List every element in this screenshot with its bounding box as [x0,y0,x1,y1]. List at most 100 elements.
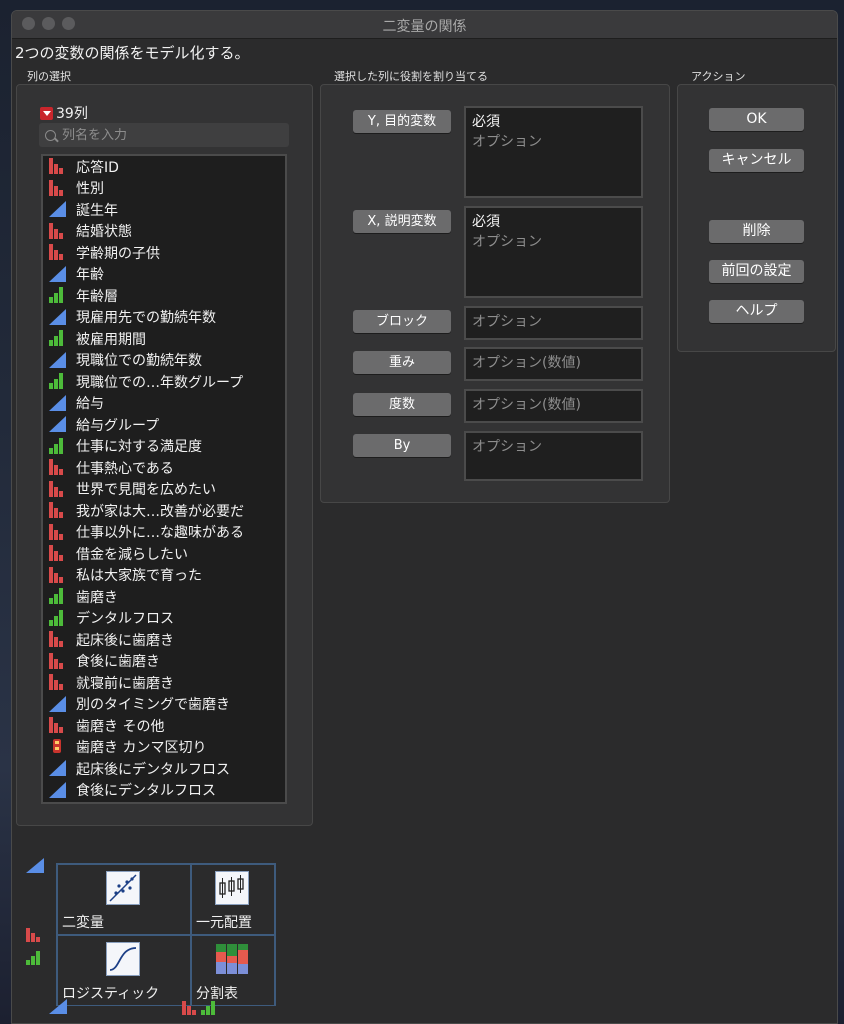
column-item[interactable]: 現職位での…年数グループ [43,371,285,393]
by-role-button[interactable]: By [353,434,451,457]
column-item[interactable]: 仕事熱心である [43,457,285,479]
weight-optional-text: オプション(数値) [472,355,581,371]
column-item[interactable]: 世界で見聞を広めたい [43,479,285,501]
column-item[interactable]: 給与グループ [43,414,285,436]
remove-button[interactable]: 削除 [709,220,804,243]
column-item[interactable]: 仕事に対する満足度 [43,436,285,458]
column-item[interactable]: 応答ID [43,156,285,178]
nominal-column-icon [49,480,67,498]
nominal-column-icon [49,523,67,541]
column-item[interactable]: 年齢 [43,264,285,286]
bivariate-cell[interactable]: 二変量 [57,864,191,935]
column-item-label: 歯磨き その他 [76,718,165,735]
ordinal-column-icon [49,330,67,347]
column-item[interactable]: 学齢期の子供 [43,242,285,264]
cancel-button[interactable]: キャンセル [709,149,804,172]
ordinal-column-icon [49,588,67,605]
column-item[interactable]: 食後にデンタルフロス [43,780,285,802]
ok-button[interactable]: OK [709,108,804,131]
freq-role-button[interactable]: 度数 [353,393,451,416]
column-item[interactable]: 歯磨き カンマ区切り [43,737,285,759]
continuous-column-icon [49,265,67,283]
column-item[interactable]: 別のタイミングで歯磨き [43,694,285,716]
freq-role-box[interactable]: オプション(数値) [464,389,643,423]
column-item-label: 年齢 [76,267,104,284]
logistic-cell[interactable]: ロジスティック [57,935,191,1006]
by-role-box[interactable]: オプション [464,431,643,481]
column-item[interactable]: 起床後にデンタルフロス [43,758,285,780]
nominal-column-icon [49,244,67,261]
column-item[interactable]: デンタルフロス [43,608,285,630]
nominal-column-icon [49,459,67,476]
x-role-button[interactable]: X, 説明変数 [353,210,451,233]
contingency-cell[interactable]: 分割表 [191,935,275,1006]
weight-role-button[interactable]: 重み [353,351,451,374]
scatter-plot-icon [106,871,140,905]
nominal-column-icon [49,545,67,562]
nominal-column-icon [49,674,67,691]
column-item[interactable]: 給与 [43,393,285,415]
column-item-label: 被雇用期間 [76,331,146,348]
column-item[interactable]: 性別 [43,178,285,200]
column-item[interactable]: 我が家は大…改善が必要だ [43,500,285,522]
ordinal-column-icon [49,609,67,627]
column-item[interactable]: 借金を減らしたい [43,543,285,565]
column-item-label: 給与グループ [76,417,160,434]
dialog-subtitle: 2つの変数の関係をモデル化する。 [15,44,250,62]
nominal-column-icon [49,717,67,734]
column-item[interactable]: 結婚状態 [43,221,285,243]
block-role-button[interactable]: ブロック [353,310,451,333]
column-item[interactable]: 現雇用先での勤続年数 [43,307,285,329]
window-title: 二変量の関係 [382,19,467,35]
continuous-column-icon [49,781,67,799]
column-item[interactable]: 歯磨き [43,586,285,608]
column-select-label: 列の選択 [27,70,71,83]
column-item[interactable]: 誕生年 [43,199,285,221]
logistic-label: ロジスティック [62,986,160,1002]
column-item[interactable]: 歯磨き その他 [43,715,285,737]
column-item-label: デンタルフロス [76,611,174,628]
column-item-label: 我が家は大…改善が必要だ [76,503,244,520]
column-search[interactable] [39,123,289,147]
column-item[interactable]: 仕事以外に…な趣味がある [43,522,285,544]
recall-button[interactable]: 前回の設定 [709,260,804,283]
multiple-response-column-icon [49,738,67,756]
column-item-label: 結婚状態 [76,224,132,241]
column-count[interactable]: 39列 [40,103,88,123]
y-role-button[interactable]: Y, 目的変数 [353,110,451,133]
column-item[interactable]: 年齢層 [43,285,285,307]
column-item[interactable]: 私は大家族で育った [43,565,285,587]
logistic-curve-icon [106,942,140,976]
x-optional-text: オプション [472,234,542,250]
column-list[interactable]: 応答ID 性別誕生年結婚状態 学齢期の子供年齢 年齢層現雇用先での勤続年数 被雇用期間現… [41,154,287,804]
column-item-label: 現雇用先での勤続年数 [76,310,216,327]
column-item-label: 給与 [76,396,104,413]
block-role-box[interactable]: オプション [464,306,643,340]
column-item[interactable]: 起床後に歯磨き [43,629,285,651]
column-item[interactable]: 被雇用期間 [43,328,285,350]
weight-role-box[interactable]: オプション(数値) [464,347,643,381]
column-item-label: 食後に歯磨き [76,654,160,671]
column-item-label: 起床後に歯磨き [76,632,174,649]
column-item-label: 起床後にデンタルフロス [76,761,230,778]
column-search-input[interactable] [62,127,272,143]
oneway-cell[interactable]: 一元配置 [191,864,275,935]
x-role-box[interactable]: 必須 オプション [464,206,643,298]
y-role-box[interactable]: 必須 オプション [464,106,643,198]
title-bar: 二変量の関係 [12,11,837,39]
continuous-column-icon [49,201,67,218]
column-item[interactable]: 現職位での勤続年数 [43,350,285,372]
column-item-label: 誕生年 [76,202,118,219]
platform-diagram: 二変量 一元配置 ロジスティック 分割表 [56,863,276,1006]
column-item[interactable]: 就寝前に歯磨き [43,672,285,694]
column-menu-triangle-icon[interactable] [40,106,53,120]
help-button[interactable]: ヘルプ [709,300,804,323]
nominal-column-icon [49,652,67,670]
y-required-text: 必須 [472,114,500,130]
boxplot-icon [215,871,249,905]
column-item-label: 就寝前に歯磨き [76,675,174,692]
column-item[interactable]: 食後に歯磨き [43,651,285,673]
column-item-label: 仕事に対する満足度 [76,439,202,456]
column-item-label: 私は大家族で育った [76,568,202,585]
column-item-label: 別のタイミングで歯磨き [76,697,230,714]
